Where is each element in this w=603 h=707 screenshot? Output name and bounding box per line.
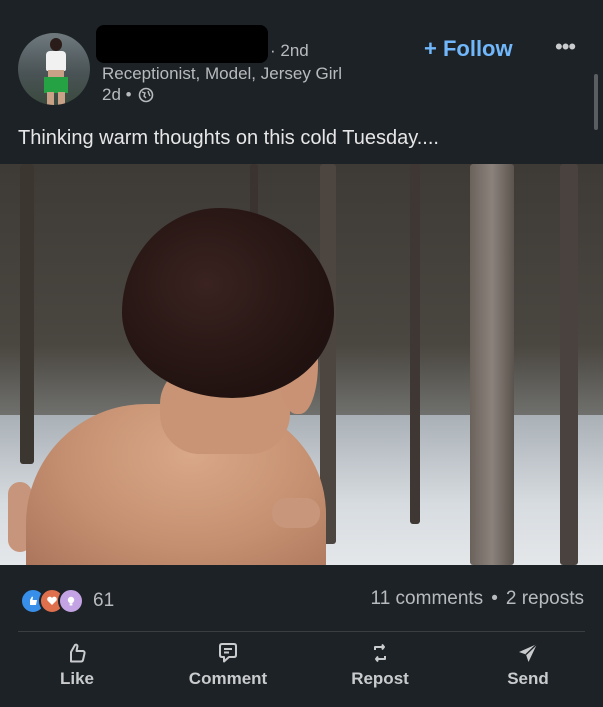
globe-icon [138, 87, 154, 103]
avatar-top [46, 51, 66, 71]
more-options-icon[interactable]: ••• [555, 34, 576, 60]
post-text: Thinking warm thoughts on this cold Tues… [18, 127, 439, 149]
connection-degree: · 2nd [270, 41, 309, 60]
image-hand [272, 498, 320, 528]
author-headline: Receptionist, Model, Jersey Girl [102, 64, 342, 83]
post-meta: 2d • [102, 85, 154, 105]
like-label: Like [59, 669, 95, 688]
count-separator: • [491, 588, 498, 609]
divider [18, 631, 585, 632]
avatar-leg [47, 92, 54, 105]
send-label: Send [507, 669, 549, 688]
send-button[interactable]: Send [500, 641, 556, 689]
send-icon [519, 643, 538, 662]
reposts-count[interactable]: 2 reposts [506, 588, 584, 610]
insightful-icon [58, 588, 84, 614]
image-tree [410, 164, 420, 524]
avatar-shorts [44, 77, 68, 93]
image-tree [20, 164, 34, 464]
author-name-redacted[interactable] [96, 25, 268, 63]
like-button[interactable]: Like [52, 641, 102, 689]
repost-button[interactable]: Repost [340, 641, 420, 689]
follow-button[interactable]: + Follow [424, 36, 513, 62]
post-time: 2d • [102, 85, 132, 104]
action-bar: Like Comment Repost Send [0, 637, 603, 699]
comment-icon [219, 643, 237, 663]
image-tree [560, 164, 578, 565]
image-hair [122, 208, 334, 398]
feed-post: · 2nd Receptionist, Model, Jersey Girl 2… [0, 0, 603, 707]
engagement-counts: 11 comments • 2 reposts [371, 588, 584, 610]
reactions-summary[interactable]: 61 [20, 588, 114, 614]
thumbs-up-icon [70, 643, 86, 663]
scrollbar[interactable] [594, 74, 598, 130]
author-avatar[interactable] [18, 33, 90, 105]
post-image[interactable] [0, 164, 603, 565]
comments-count[interactable]: 11 comments [371, 588, 484, 610]
image-tree [470, 164, 514, 565]
avatar-head [50, 38, 62, 51]
comment-label: Comment [188, 669, 268, 688]
avatar-leg [58, 92, 65, 105]
comment-button[interactable]: Comment [178, 641, 278, 689]
repost-label: Repost [351, 669, 409, 688]
reaction-count: 61 [93, 590, 115, 611]
repost-icon [374, 643, 386, 663]
